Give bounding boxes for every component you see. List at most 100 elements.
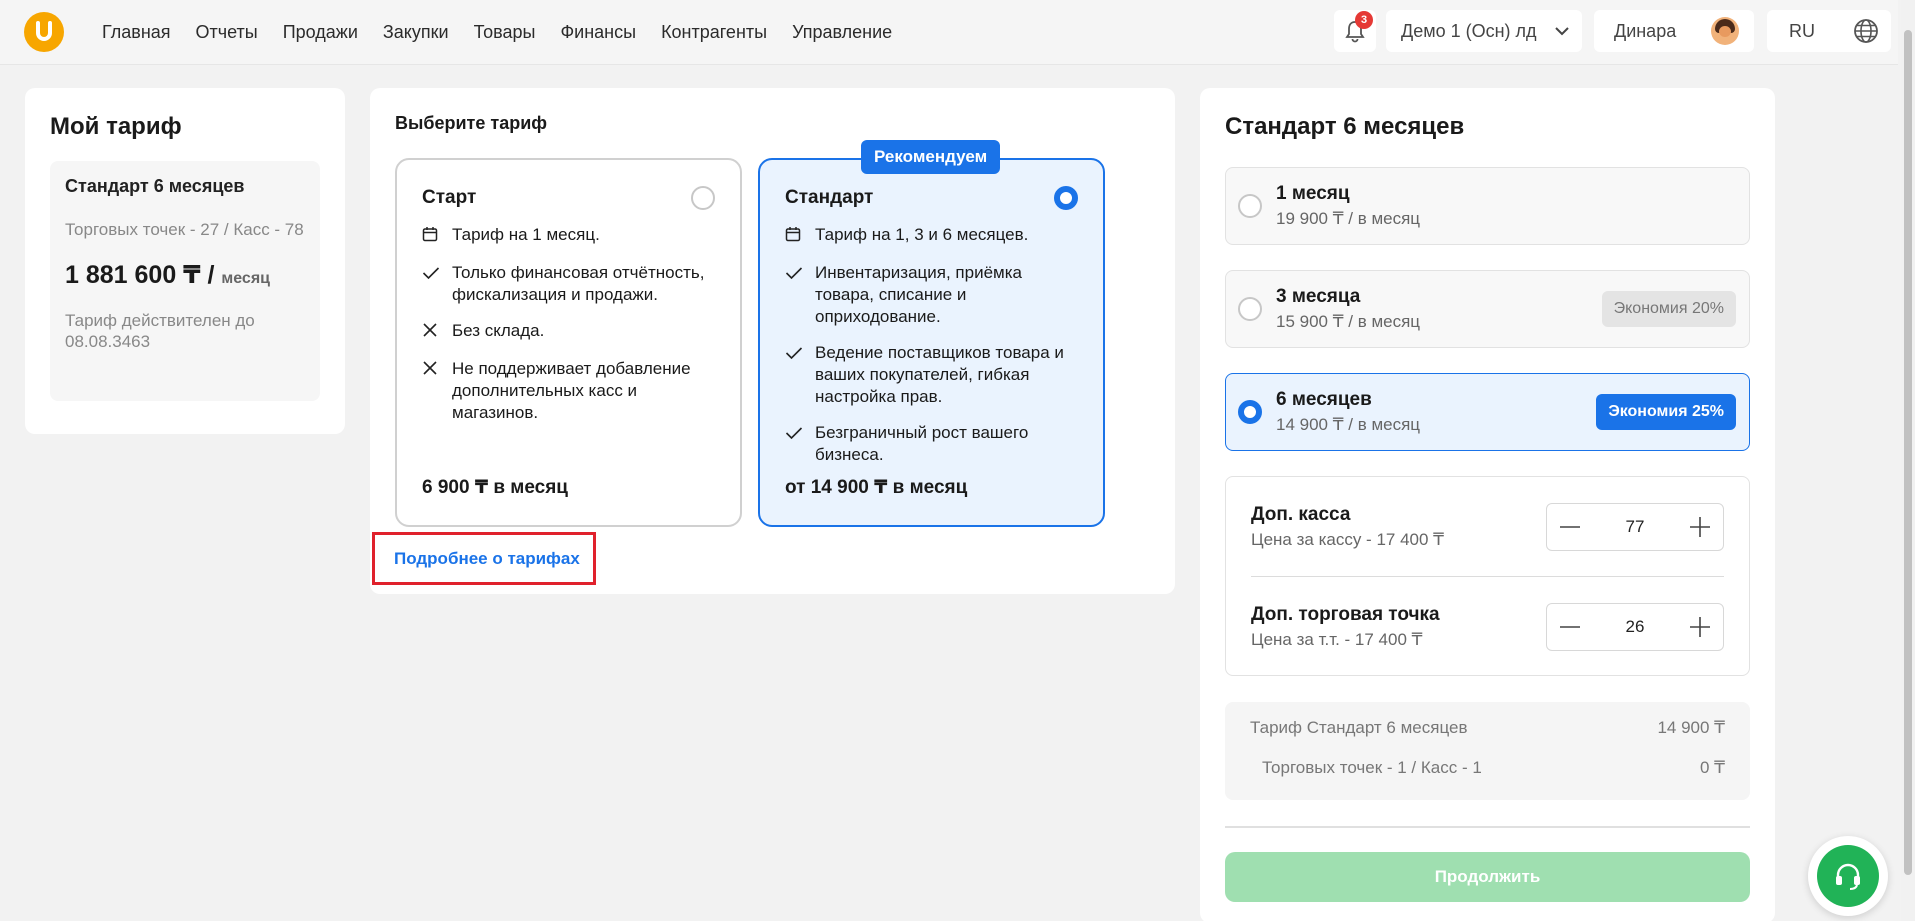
- period-radio[interactable]: [1238, 194, 1262, 218]
- plan-radio-standard[interactable]: [1054, 186, 1078, 210]
- extra-label: Доп. торговая точка: [1251, 604, 1440, 625]
- plan-name: Старт: [422, 187, 477, 208]
- calendar-icon: [422, 227, 438, 242]
- tariff-summary-card: Стандарт 6 месяцев 1 месяц 19 900 ₸ / в …: [1200, 88, 1775, 921]
- company-select[interactable]: Демо 1 (Осн) лд: [1386, 10, 1582, 52]
- extra-label: Доп. касса: [1251, 503, 1351, 525]
- feature-item: Тариф на 1 месяц.: [422, 224, 715, 248]
- choose-tariff-title: Выберите тариф: [395, 113, 548, 133]
- main-nav: Главная Отчеты Продажи Закупки Товары Фи…: [102, 0, 892, 65]
- cash-register-stepper: 77: [1546, 502, 1724, 551]
- plan-card-start[interactable]: Старт Тариф на 1 месяц. Только финансова…: [395, 158, 742, 527]
- page-scrollbar[interactable]: [1901, 0, 1915, 921]
- period-price: 19 900 ₸ / в месяц: [1276, 209, 1421, 228]
- recommend-badge: Рекомендуем: [861, 140, 1001, 174]
- period-price: 14 900 ₸ / в месяц: [1276, 415, 1421, 434]
- period-price: 15 900 ₸ / в месяц: [1276, 312, 1421, 331]
- check-icon: [785, 427, 803, 440]
- nav-item-counterparties[interactable]: Контрагенты: [661, 22, 767, 43]
- total-row-tariff: Тариф Стандарт 6 месяцев 14 900 ₸: [1250, 718, 1725, 737]
- nav-item-management[interactable]: Управление: [792, 22, 892, 43]
- nav-item-purchases[interactable]: Закупки: [383, 22, 449, 43]
- my-tariff-price: 1 881 600 ₸ / месяц: [65, 260, 305, 290]
- feature-item: Не поддерживает добавление дополнительны…: [422, 358, 715, 424]
- plan-price: 6 900 ₸ в месяц: [422, 477, 568, 498]
- support-chat-button[interactable]: [1808, 836, 1888, 916]
- nav-item-products[interactable]: Товары: [474, 22, 536, 43]
- feature-item: Безграничный рост вашего бизнеса.: [785, 422, 1078, 466]
- period-option-3-months[interactable]: 3 месяца 15 900 ₸ / в месяц Экономия 20%: [1225, 270, 1750, 348]
- plan-features: Тариф на 1, 3 и 6 месяцев. Инвентаризаци…: [785, 224, 1078, 466]
- top-bar: Главная Отчеты Продажи Закупки Товары Фи…: [0, 0, 1898, 65]
- user-name: Динара: [1614, 20, 1677, 41]
- app-logo[interactable]: [24, 12, 64, 52]
- plan-name: Стандарт: [785, 187, 874, 208]
- period-option-1-month[interactable]: 1 месяц 19 900 ₸ / в месяц: [1225, 167, 1750, 245]
- continue-button[interactable]: Продолжить: [1225, 852, 1750, 902]
- notifications-badge: 3: [1355, 11, 1373, 29]
- saving-badge: Экономия 20%: [1601, 291, 1736, 327]
- check-icon: [422, 267, 440, 280]
- more-about-tariffs-label: Подробнее о тарифах: [394, 548, 580, 568]
- chevron-down-icon: [1555, 27, 1569, 36]
- summary-title: Стандарт 6 месяцев: [1225, 113, 1465, 140]
- period-option-6-months[interactable]: 6 месяцев 14 900 ₸ / в месяц Экономия 25…: [1225, 373, 1750, 451]
- feature-item: Инвентаризация, приёмка товара, списание…: [785, 262, 1078, 328]
- stepper-value[interactable]: 26: [1626, 617, 1645, 637]
- saving-badge: Экономия 25%: [1596, 394, 1736, 430]
- plan-card-standard[interactable]: Стандарт Тариф на 1, 3 и 6 месяцев. Инве…: [758, 158, 1105, 527]
- notifications-button[interactable]: 3: [1334, 10, 1376, 52]
- stepper-value[interactable]: 77: [1626, 517, 1645, 537]
- total-row-points: Торговых точек - 1 / Касс - 1 0 ₸: [1262, 758, 1725, 777]
- calendar-icon: [785, 227, 801, 242]
- company-select-value: Демо 1 (Осн) лд: [1401, 20, 1537, 41]
- totals-box: Тариф Стандарт 6 месяцев 14 900 ₸ Торгов…: [1225, 702, 1750, 800]
- period-label: 6 месяцев: [1276, 389, 1372, 410]
- plan-price: от 14 900 ₸ в месяц: [785, 477, 968, 498]
- period-label: 3 месяца: [1276, 286, 1361, 307]
- extras-box: Доп. касса Цена за кассу - 17 400 ₸ 77 Д…: [1225, 476, 1750, 676]
- feature-item: Тариф на 1, 3 и 6 месяцев.: [785, 224, 1078, 248]
- plus-icon: [1689, 516, 1710, 537]
- my-tariff-points: Торговых точек - 27 / Касс - 78: [65, 220, 304, 239]
- my-tariff-name: Стандарт 6 месяцев: [65, 176, 245, 196]
- feature-item: Без склада.: [422, 320, 715, 344]
- logo-u-icon: [36, 21, 52, 41]
- more-about-tariffs-link[interactable]: Подробнее о тарифах: [372, 532, 596, 585]
- scrollbar-thumb[interactable]: [1904, 30, 1912, 875]
- plan-radio-start[interactable]: [691, 186, 715, 210]
- minus-icon: [1560, 626, 1580, 628]
- my-tariff-title: Мой тариф: [50, 113, 182, 140]
- decrement-button[interactable]: [1557, 614, 1583, 640]
- my-tariff-card: Мой тариф Стандарт 6 месяцев Торговых то…: [25, 88, 345, 434]
- minus-icon: [1560, 525, 1580, 528]
- my-tariff-price-unit: месяц: [221, 270, 270, 287]
- nav-item-reports[interactable]: Отчеты: [196, 22, 258, 43]
- nav-item-sales[interactable]: Продажи: [283, 22, 358, 43]
- user-menu-button[interactable]: Динара: [1594, 10, 1754, 52]
- plan-features: Тариф на 1 месяц. Только финансовая отчё…: [422, 224, 715, 424]
- choose-tariff-card: Выберите тариф Старт Тариф на 1 месяц. Т…: [370, 88, 1175, 594]
- nav-item-home[interactable]: Главная: [102, 22, 171, 43]
- my-tariff-valid-until: Тариф действителен до 08.08.3463: [65, 311, 255, 351]
- plus-icon: [1689, 617, 1710, 637]
- headset-icon: [1836, 863, 1860, 890]
- extra-point-of-sale: Доп. торговая точка Цена за т.т. - 17 40…: [1251, 577, 1724, 677]
- check-icon: [785, 267, 803, 280]
- language-button[interactable]: RU: [1767, 10, 1891, 52]
- divider: [1225, 826, 1750, 828]
- increment-button[interactable]: [1687, 614, 1713, 640]
- feature-item: Только финансовая отчётность, фискализац…: [422, 262, 715, 306]
- avatar: [1711, 17, 1739, 45]
- period-radio[interactable]: [1238, 400, 1262, 424]
- feature-item: Ведение поставщиков товара и ваших покуп…: [785, 342, 1078, 408]
- period-label: 1 месяц: [1276, 183, 1350, 204]
- my-tariff-details: Стандарт 6 месяцев Торговых точек - 27 /…: [50, 161, 320, 401]
- decrement-button[interactable]: [1557, 514, 1583, 540]
- my-tariff-price-value: 1 881 600 ₸ /: [65, 261, 215, 289]
- nav-item-finance[interactable]: Финансы: [560, 22, 636, 43]
- cross-icon: [423, 361, 437, 375]
- extra-price: Цена за кассу - 17 400 ₸: [1251, 529, 1444, 549]
- increment-button[interactable]: [1687, 514, 1713, 540]
- period-radio[interactable]: [1238, 297, 1262, 321]
